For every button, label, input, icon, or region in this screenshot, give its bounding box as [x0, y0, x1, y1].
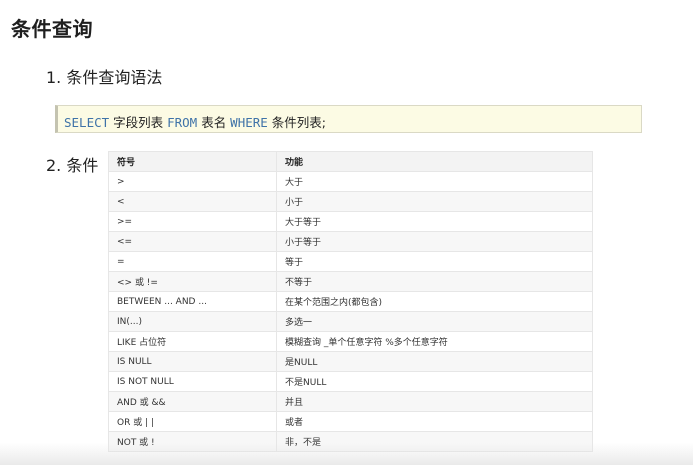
- code-table-name: 表名: [197, 115, 231, 130]
- table-row: NOT 或 ! 非，不是: [108, 431, 593, 452]
- description-cell: 是NULL: [276, 351, 593, 372]
- operator-cell: =: [108, 251, 277, 272]
- description-cell: 非，不是: [276, 431, 593, 452]
- table-row: > 大于: [108, 171, 593, 192]
- operator-cell: >: [108, 171, 277, 192]
- description-cell: 模糊查询 _单个任意字符 %多个任意字符: [276, 331, 593, 352]
- operator-cell: BETWEEN ... AND ...: [108, 291, 277, 312]
- code-condition-list: 条件列表;: [267, 115, 326, 130]
- table-header-row: 符号 功能: [108, 151, 593, 172]
- section-heading-syntax: 1. 条件查询语法: [46, 68, 163, 87]
- table-row: AND 或 && 并且: [108, 391, 593, 412]
- operator-cell: <: [108, 191, 277, 212]
- column-header-symbol: 符号: [108, 151, 277, 172]
- operator-cell: OR 或 | |: [108, 411, 277, 432]
- table-row: LIKE 占位符 模糊查询 _单个任意字符 %多个任意字符: [108, 331, 593, 352]
- operator-cell: IS NULL: [108, 351, 277, 372]
- table-row: <= 小于等于: [108, 231, 593, 252]
- operator-cell: <=: [108, 231, 277, 252]
- table-row: >= 大于等于: [108, 211, 593, 232]
- column-header-function: 功能: [276, 151, 593, 172]
- keyword-from: FROM: [167, 115, 198, 130]
- table-row: = 等于: [108, 251, 593, 272]
- description-cell: 不是NULL: [276, 371, 593, 392]
- operator-cell: LIKE 占位符: [108, 331, 277, 352]
- description-cell: 小于: [276, 191, 593, 212]
- description-cell: 多选一: [276, 311, 593, 332]
- description-cell: 等于: [276, 251, 593, 272]
- operator-cell: IN(...): [108, 311, 277, 332]
- table-row: IS NOT NULL 不是NULL: [108, 371, 593, 392]
- section-heading-conditions: 2. 条件: [46, 156, 99, 175]
- description-cell: 大于: [276, 171, 593, 192]
- code-field-list: 字段列表: [109, 115, 168, 130]
- description-cell: 或者: [276, 411, 593, 432]
- code-block-select-syntax: SELECT 字段列表 FROM 表名 WHERE 条件列表;: [55, 105, 642, 133]
- table-row: IS NULL 是NULL: [108, 351, 593, 372]
- keyword-select: SELECT: [64, 115, 110, 130]
- operator-cell: <> 或 !=: [108, 271, 277, 292]
- operator-cell: AND 或 &&: [108, 391, 277, 412]
- description-cell: 小于等于: [276, 231, 593, 252]
- table-row: IN(...) 多选一: [108, 311, 593, 332]
- description-cell: 大于等于: [276, 211, 593, 232]
- operator-cell: NOT 或 !: [108, 431, 277, 452]
- description-cell: 并且: [276, 391, 593, 412]
- description-cell: 在某个范围之内(都包含): [276, 291, 593, 312]
- table-row: OR 或 | | 或者: [108, 411, 593, 432]
- page-title: 条件查询: [11, 17, 93, 41]
- operator-cell: >=: [108, 211, 277, 232]
- table-row: < 小于: [108, 191, 593, 212]
- table-row: BETWEEN ... AND ... 在某个范围之内(都包含): [108, 291, 593, 312]
- conditions-table: 符号 功能 > 大于 < 小于 >= 大于等于 <= 小于等于 = 等于 <> …: [108, 151, 593, 452]
- keyword-where: WHERE: [230, 115, 268, 130]
- operator-cell: IS NOT NULL: [108, 371, 277, 392]
- description-cell: 不等于: [276, 271, 593, 292]
- table-row: <> 或 != 不等于: [108, 271, 593, 292]
